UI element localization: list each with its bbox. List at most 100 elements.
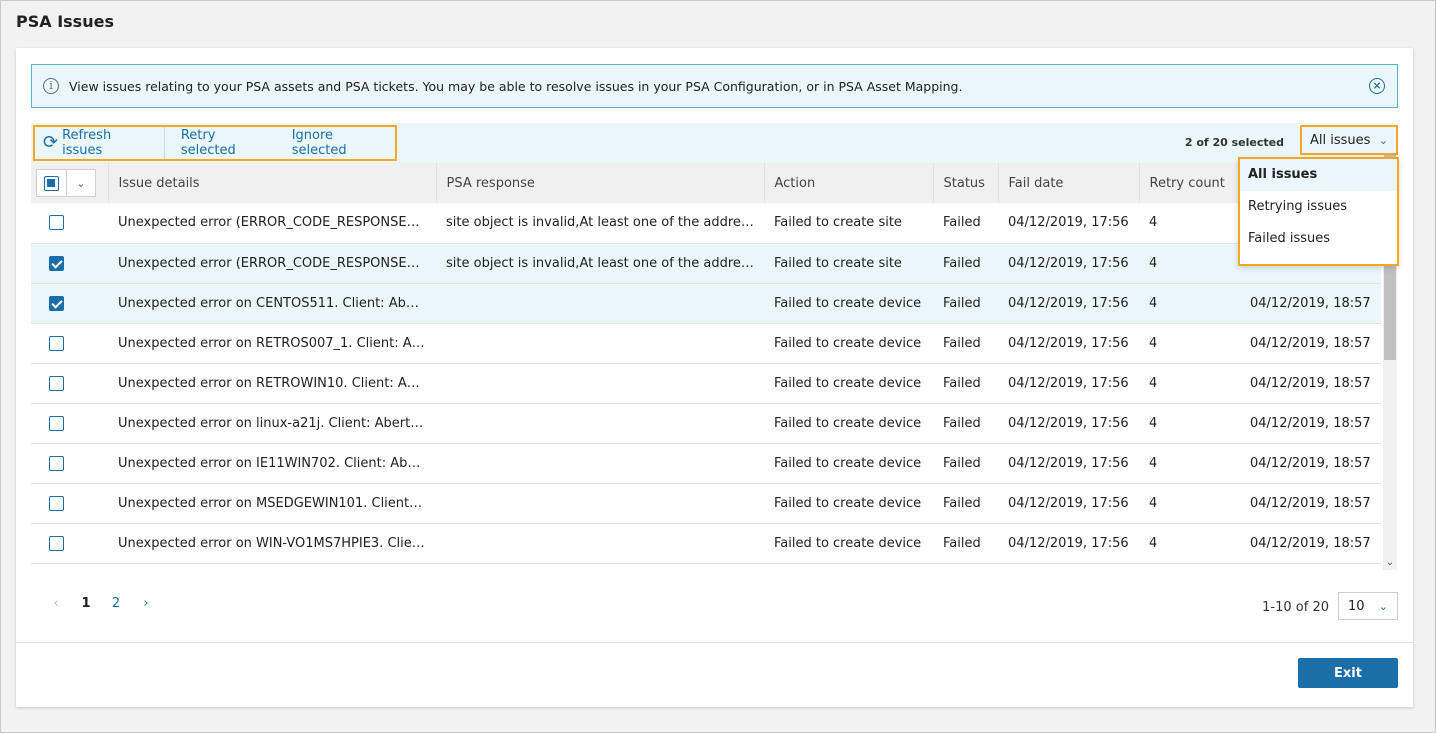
filter-option-retrying-issues[interactable]: Retrying issues xyxy=(1240,191,1397,223)
issue-details-cell: Unexpected error on linux-a21j. Client: … xyxy=(108,403,436,444)
chevron-down-icon[interactable]: ⌄ xyxy=(67,177,95,190)
page-2-link[interactable]: 2 xyxy=(101,596,131,611)
row-select-cell xyxy=(31,363,108,404)
status-cell: Failed xyxy=(933,323,998,364)
column-header-psa-response[interactable]: PSA response xyxy=(436,163,765,203)
fail-date-cell: 04/12/2019, 17:56 xyxy=(998,203,1139,244)
fail-date-cell: 04/12/2019, 17:56 xyxy=(998,363,1139,404)
table-row[interactable]: Unexpected error on MSEDGEWIN101. Client… xyxy=(31,483,1381,524)
scroll-down-icon[interactable]: ⌄ xyxy=(1383,556,1397,570)
next-retry-cell: 04/12/2019, 18:57 xyxy=(1240,283,1381,324)
row-checkbox[interactable] xyxy=(49,255,64,271)
retry-count-cell: 4 xyxy=(1139,323,1240,364)
action-cell: Failed to create device xyxy=(764,483,933,524)
table-row[interactable]: Unexpected error (ERROR_CODE_RESPONSE_ER… xyxy=(31,203,1381,244)
filter-option-failed-issues[interactable]: Failed issues xyxy=(1240,223,1397,255)
status-cell: Failed xyxy=(933,483,998,524)
toolbar: ⟳ Refresh issues Retry selected Ignore s… xyxy=(31,123,1398,163)
column-header-fail-date[interactable]: Fail date xyxy=(998,163,1140,203)
action-cell: Failed to create site xyxy=(764,203,933,244)
action-cell: Failed to create device xyxy=(764,523,933,564)
issue-filter-select[interactable]: All issues ⌄ xyxy=(1300,125,1398,155)
table-row[interactable]: Unexpected error on CENTOS511. Client: A… xyxy=(31,283,1381,324)
issue-details-cell: Unexpected error on IE11WIN702. Client: … xyxy=(108,443,436,484)
fail-date-cell: 04/12/2019, 17:56 xyxy=(998,483,1139,524)
row-checkbox[interactable] xyxy=(49,215,64,231)
exit-button[interactable]: Exit xyxy=(1298,658,1398,688)
table-row[interactable]: Unexpected error on linux-a21j. Client: … xyxy=(31,403,1381,444)
column-header-retry-count[interactable]: Retry count xyxy=(1139,163,1241,203)
row-checkbox[interactable] xyxy=(49,295,64,311)
fail-date-cell: 04/12/2019, 17:56 xyxy=(998,523,1139,564)
chevron-down-icon: ⌄ xyxy=(1378,133,1388,147)
issue-details-cell: Unexpected error on MSEDGEWIN101. Client… xyxy=(108,483,436,524)
action-cell: Failed to create device xyxy=(764,363,933,404)
row-checkbox[interactable] xyxy=(49,535,64,551)
select-all-header: ⌄ xyxy=(31,163,109,203)
psa-response-cell: site object is invalid,At least one of t… xyxy=(436,203,764,244)
next-retry-cell: 04/12/2019, 18:57 xyxy=(1240,403,1381,444)
psa-response-cell xyxy=(436,403,764,444)
retry-count-cell: 4 xyxy=(1139,283,1240,324)
row-checkbox[interactable] xyxy=(49,495,64,511)
previous-page-icon[interactable]: ‹ xyxy=(41,596,71,611)
psa-response-cell xyxy=(436,523,764,564)
issues-panel: i View issues relating to your PSA asset… xyxy=(16,48,1413,707)
retry-count-cell: 4 xyxy=(1139,363,1240,404)
row-checkbox[interactable] xyxy=(49,455,64,471)
refresh-issues-button[interactable]: ⟳ Refresh issues xyxy=(35,127,165,159)
row-checkbox[interactable] xyxy=(49,335,64,351)
row-select-cell xyxy=(31,283,108,324)
next-retry-cell: 04/12/2019, 18:57 xyxy=(1240,323,1381,364)
row-checkbox[interactable] xyxy=(49,375,64,391)
table-row[interactable]: Unexpected error (ERROR_CODE_RESPONSE_ER… xyxy=(31,243,1381,284)
table-row[interactable]: Unexpected error on WIN-VO1MS7HPIE3. Cli… xyxy=(31,523,1381,564)
row-select-cell xyxy=(31,523,108,564)
fail-date-cell: 04/12/2019, 17:56 xyxy=(998,403,1139,444)
retry-count-cell: 4 xyxy=(1139,443,1240,484)
status-cell: Failed xyxy=(933,523,998,564)
chevron-down-icon: ⌄ xyxy=(1378,599,1388,613)
retry-count-cell: 4 xyxy=(1139,403,1240,444)
fail-date-cell: 04/12/2019, 17:56 xyxy=(998,283,1139,324)
filter-option-all-issues[interactable]: All issues xyxy=(1240,159,1397,191)
retry-selected-button[interactable]: Retry selected xyxy=(165,127,278,159)
table-row[interactable]: Unexpected error on RETROWIN10. Client: … xyxy=(31,363,1381,404)
row-select-cell xyxy=(31,203,108,244)
retry-count-cell: 4 xyxy=(1139,203,1240,244)
row-select-cell xyxy=(31,243,108,284)
row-select-cell xyxy=(31,403,108,444)
table-row[interactable]: Unexpected error on IE11WIN702. Client: … xyxy=(31,443,1381,484)
footer-divider xyxy=(16,642,1413,643)
issue-details-cell: Unexpected error on WIN-VO1MS7HPIE3. Cli… xyxy=(108,523,436,564)
column-header-action[interactable]: Action xyxy=(764,163,934,203)
column-header-issue-details[interactable]: Issue details xyxy=(108,163,437,203)
action-cell: Failed to create device xyxy=(764,323,933,364)
column-header-status[interactable]: Status xyxy=(933,163,999,203)
row-select-cell xyxy=(31,323,108,364)
psa-response-cell xyxy=(436,283,764,324)
table-row[interactable]: Unexpected error on RETROS007_1. Client:… xyxy=(31,323,1381,364)
close-icon[interactable]: × xyxy=(1369,78,1385,94)
selected-count: 2 of 20 selected xyxy=(1184,136,1284,149)
action-group: ⟳ Refresh issues Retry selected Ignore s… xyxy=(33,125,397,161)
table-body: Unexpected error (ERROR_CODE_RESPONSE_ER… xyxy=(31,203,1381,564)
fail-date-cell: 04/12/2019, 17:56 xyxy=(998,243,1139,284)
row-select-cell xyxy=(31,443,108,484)
page-size-value: 10 xyxy=(1348,598,1365,614)
fail-date-cell: 04/12/2019, 17:56 xyxy=(998,323,1139,364)
page-1-link[interactable]: 1 xyxy=(71,596,101,611)
ignore-selected-button[interactable]: Ignore selected xyxy=(278,127,395,159)
select-all-checkbox[interactable] xyxy=(44,175,59,191)
row-checkbox[interactable] xyxy=(49,415,64,431)
issue-details-cell: Unexpected error (ERROR_CODE_RESPONSE_ER… xyxy=(108,243,436,284)
info-icon: i xyxy=(43,78,59,94)
select-all-control[interactable]: ⌄ xyxy=(36,169,96,197)
page-size-select[interactable]: 10 ⌄ xyxy=(1338,592,1398,620)
next-page-icon[interactable]: › xyxy=(131,596,161,611)
status-cell: Failed xyxy=(933,203,998,244)
psa-response-cell: site object is invalid,At least one of t… xyxy=(436,243,764,284)
retry-count-cell: 4 xyxy=(1139,243,1240,284)
next-retry-cell: 04/12/2019, 18:57 xyxy=(1240,523,1381,564)
issues-table: ⌄ Issue details PSA response Action Stat… xyxy=(31,163,1398,568)
